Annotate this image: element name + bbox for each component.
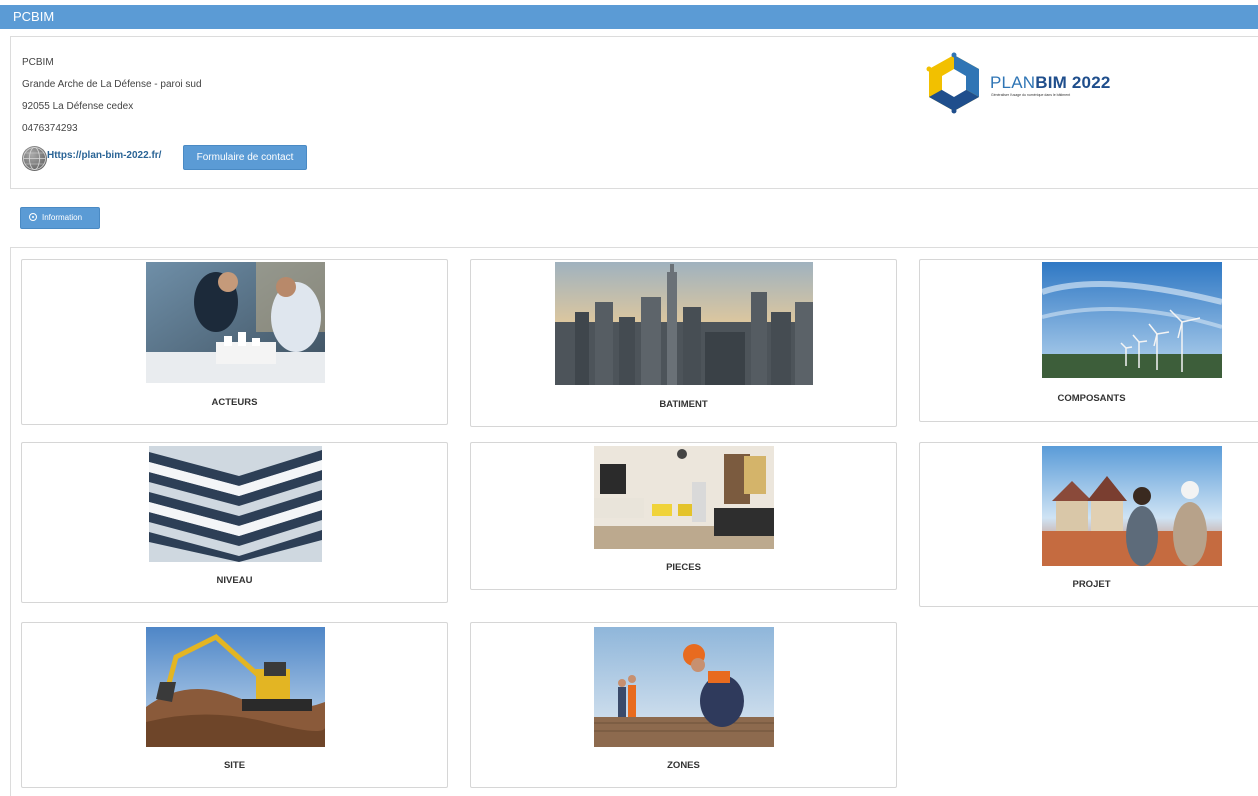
pieces-image [594,446,774,549]
card-site[interactable]: SITE [21,622,448,788]
card-label: NIVEAU [216,575,253,586]
org-phone: 0476374293 [22,123,78,134]
card-label: COMPOSANTS [1057,393,1126,404]
logo-wordmark: PLANBIM 2022 [990,73,1111,93]
card-label: ACTEURS [211,397,258,408]
card-pieces[interactable]: PIECES [470,442,897,590]
planbim-hexagon-icon [926,52,979,114]
org-address-line2: 92055 La Défense cedex [22,101,134,112]
information-button[interactable]: Information [20,207,100,229]
org-name: PCBIM [22,57,54,68]
website-link[interactable]: Https://plan-bim-2022.fr/ [47,150,161,161]
projet-image [1042,446,1222,566]
card-label: PIECES [666,562,701,573]
card-niveau[interactable]: NIVEAU [21,442,448,603]
planbim-logo: PLANBIM 2022 Généraliser l'usage du numé… [919,47,1119,127]
org-address-line1: Grande Arche de La Défense - paroi sud [22,79,202,90]
card-projet[interactable]: PROJET [919,442,1258,607]
logo-plan: PLAN [990,73,1036,92]
info-circle-icon [29,213,37,221]
batiment-image [555,262,813,385]
organization-panel: PCBIM Grande Arche de La Défense - paroi… [10,36,1258,189]
card-zones[interactable]: ZONES [470,622,897,788]
zones-image [594,627,774,747]
logo-bim: BIM 2022 [1035,73,1111,92]
card-label: ZONES [667,760,700,771]
window-title: PCBIM [13,9,55,24]
information-button-label: Information [42,213,83,222]
card-label: BATIMENT [659,399,708,410]
site-image [146,627,325,747]
card-acteurs[interactable]: ACTEURS [21,259,448,425]
card-label: SITE [223,760,246,771]
contact-form-button[interactable]: Formulaire de contact [183,145,307,170]
composants-image [1042,262,1222,378]
card-label: PROJET [1072,579,1111,590]
card-composants[interactable]: COMPOSANTS [919,259,1258,422]
window-title-bar: PCBIM [0,5,1258,29]
card-batiment[interactable]: BATIMENT [470,259,897,427]
niveau-image [149,446,322,562]
globe-icon [22,146,47,171]
logo-tagline: Généraliser l'usage du numérique dans le… [991,93,1071,97]
acteurs-image [146,262,325,383]
